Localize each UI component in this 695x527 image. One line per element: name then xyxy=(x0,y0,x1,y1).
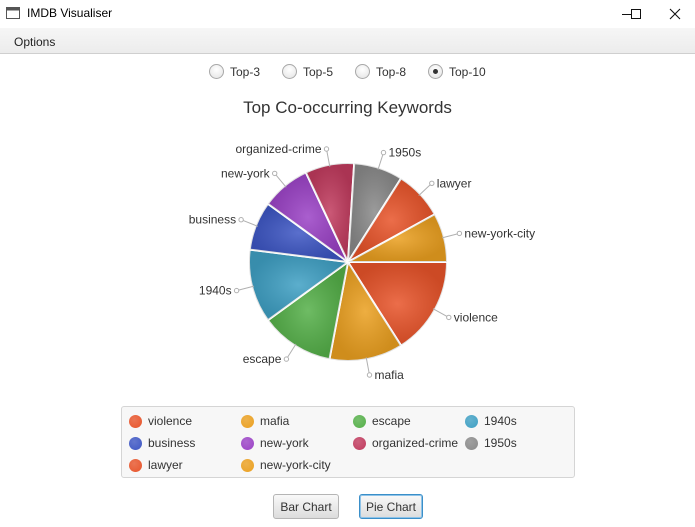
chart-legend: violence mafia escape 1940s business new-york… xyxy=(121,406,575,478)
pie-leader-dot xyxy=(233,287,240,294)
legend-color-swatch xyxy=(241,437,254,450)
pie-label-mafia: mafia xyxy=(375,368,405,382)
pie-label-new-york-city: new-york-city xyxy=(464,226,535,240)
pie-leader-dot xyxy=(283,356,290,362)
pie-label-new-york: new-york xyxy=(221,166,271,180)
pie-leader-dot xyxy=(446,314,452,321)
legend-label: lawyer xyxy=(148,458,183,472)
legend-color-swatch xyxy=(129,415,142,428)
pie-label-1940s: 1940s xyxy=(199,284,232,298)
pie-label-business: business xyxy=(189,213,236,227)
legend-color-swatch xyxy=(241,459,254,472)
pie-leader-line xyxy=(432,308,450,318)
legend-color-swatch xyxy=(353,415,366,428)
legend-label: new-york-city xyxy=(260,458,331,472)
legend-color-swatch xyxy=(129,437,142,450)
pie-chart-button[interactable]: Pie Chart xyxy=(359,494,423,519)
legend-label: 1950s xyxy=(484,436,517,450)
legend-color-swatch xyxy=(129,459,142,472)
legend-color-swatch xyxy=(353,437,366,450)
pie-leader-dot xyxy=(366,372,373,378)
pie-leader-dot xyxy=(238,217,244,223)
pie-label-escape: escape xyxy=(243,352,282,366)
legend-label: new-york xyxy=(260,436,309,450)
legend-color-swatch xyxy=(465,437,478,450)
pie-leader-line xyxy=(274,173,287,188)
pie-label-1950s: 1950s xyxy=(389,146,422,160)
legend-label: violence xyxy=(148,414,193,428)
legend-label: business xyxy=(148,436,196,450)
legend-color-swatch xyxy=(465,415,478,428)
pie-label-violence: violence xyxy=(454,310,498,324)
pie-leader-dot xyxy=(380,149,387,156)
pie-label-lawyer: lawyer xyxy=(437,176,472,190)
legend-label: organized-crime xyxy=(372,436,459,450)
legend-label: mafia xyxy=(260,414,290,428)
legend-label: 1940s xyxy=(484,414,517,428)
pie-label-organized-crime: organized-crime xyxy=(235,142,321,156)
pie-leader-dot xyxy=(429,180,435,187)
bar-chart-button[interactable]: Bar Chart xyxy=(273,494,339,519)
pie-leader-dot xyxy=(456,230,463,237)
pie-chart: violence mafia escape 1940s business new-york… xyxy=(189,142,535,382)
pie-leader-dot xyxy=(323,146,330,152)
pie-leader-dot xyxy=(272,170,278,177)
legend-color-swatch xyxy=(241,415,254,428)
legend-label: escape xyxy=(372,414,411,428)
